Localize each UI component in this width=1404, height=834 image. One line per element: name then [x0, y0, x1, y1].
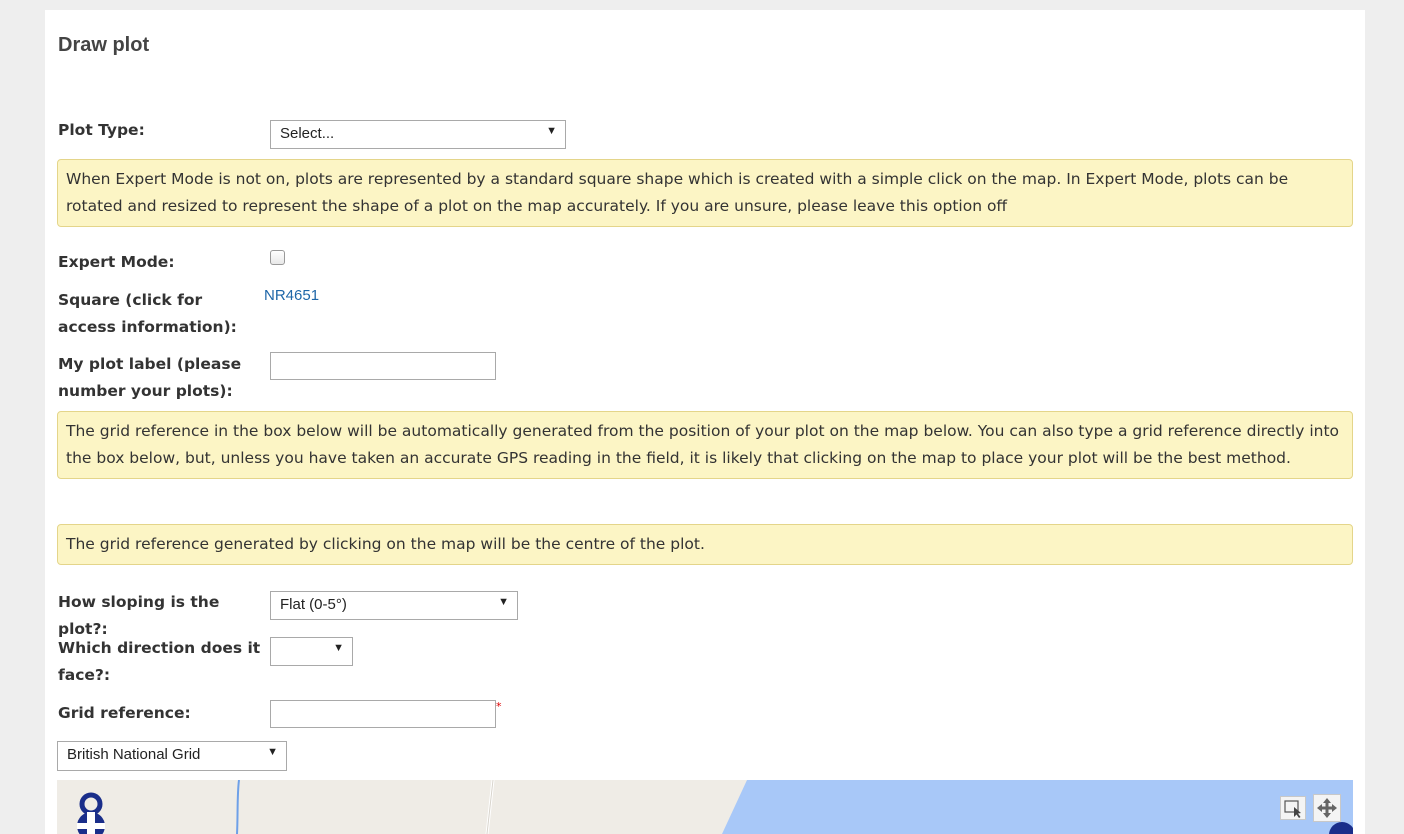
plot-type-selected: Select...: [280, 125, 335, 142]
map-water: [722, 780, 1353, 834]
square-label: Square (click for access information):: [58, 291, 237, 336]
grid-system-selected: British National Grid: [67, 746, 201, 763]
map-stream: [236, 780, 240, 834]
grid-reference-label: Grid reference:: [58, 704, 191, 722]
grid-reference-input[interactable]: [270, 700, 496, 728]
slope-selected: Flat (0-5°): [280, 596, 347, 613]
grid-reference-info-box: The grid reference in the box below will…: [57, 411, 1353, 479]
plot-label-input[interactable]: [270, 352, 496, 380]
required-marker: *: [496, 700, 502, 713]
dropdown-arrow-icon: ▼: [546, 125, 557, 137]
map-canvas: [236, 780, 1353, 834]
grid-system-select[interactable]: British National Grid ▼: [57, 741, 287, 771]
expert-mode-label: Expert Mode:: [58, 253, 175, 271]
expert-mode-checkbox[interactable]: [270, 250, 285, 265]
page-gutter: [8, 10, 45, 834]
plot-type-label: Plot Type:: [58, 121, 145, 139]
draw-plot-panel: Draw plot Plot Type: Select... ▼ When Ex…: [45, 10, 1365, 834]
plot-type-select[interactable]: Select... ▼: [270, 120, 566, 149]
direction-select[interactable]: ▼: [270, 637, 353, 666]
pan-icon[interactable]: [1313, 794, 1341, 822]
centre-info-box: The grid reference generated by clicking…: [57, 524, 1353, 565]
map-road-edge: [486, 780, 494, 834]
map-logo-icon: [77, 792, 105, 834]
dropdown-arrow-icon: ▼: [333, 642, 344, 654]
dropdown-arrow-icon: ▼: [267, 746, 278, 758]
slope-select[interactable]: Flat (0-5°) ▼: [270, 591, 518, 620]
page-title: Draw plot: [58, 34, 150, 56]
plot-label-label: My plot label (please number your plots)…: [58, 355, 242, 400]
expert-mode-info-box: When Expert Mode is not on, plots are re…: [57, 159, 1353, 227]
map-viewport[interactable]: [57, 780, 1353, 834]
dropdown-arrow-icon: ▼: [498, 596, 509, 608]
select-box-icon[interactable]: [1280, 796, 1306, 820]
direction-label: Which direction does it face?:: [58, 639, 261, 684]
square-link[interactable]: NR4651: [264, 287, 319, 304]
